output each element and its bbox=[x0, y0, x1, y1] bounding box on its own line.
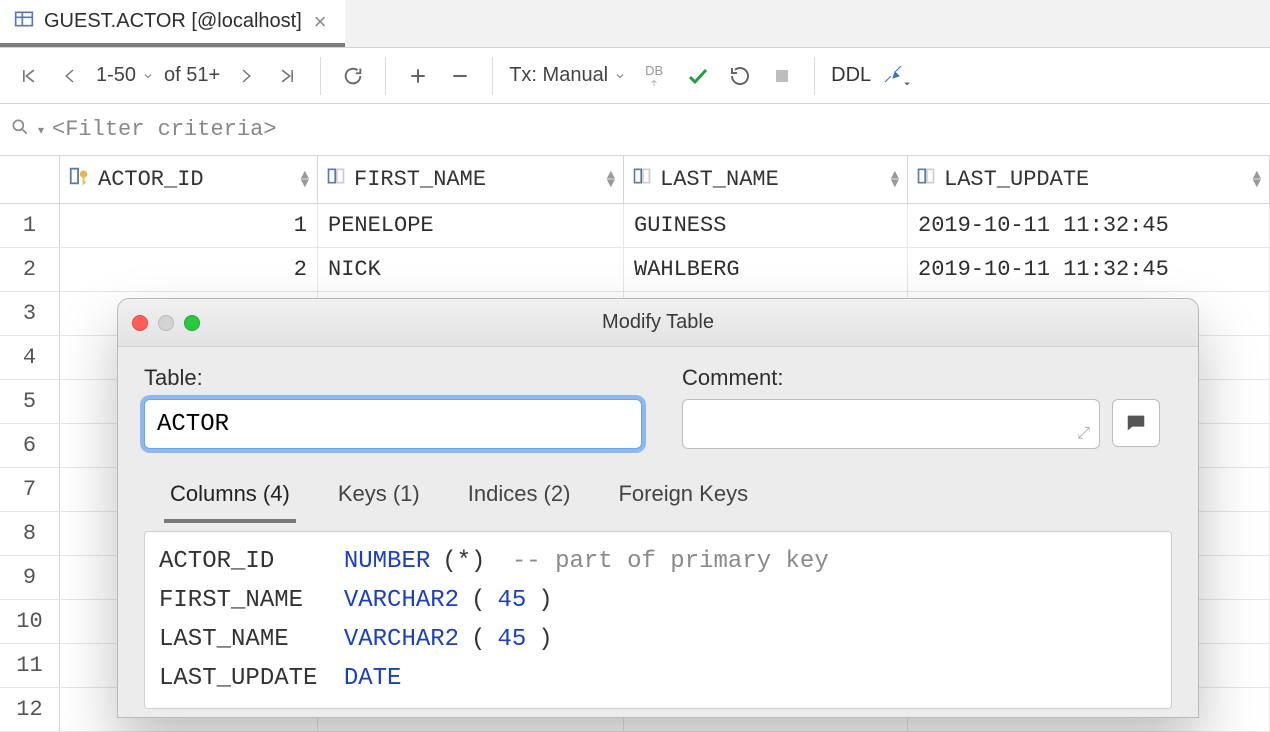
page-range-label: 1-50 bbox=[96, 64, 136, 87]
expand-icon: ⤢ bbox=[1077, 425, 1090, 443]
row-number: 9 bbox=[0, 556, 60, 599]
editor-tabbar: GUEST.ACTOR [@localhost] × bbox=[0, 0, 1270, 48]
commit-button[interactable] bbox=[678, 56, 718, 96]
column-header-first-name[interactable]: FIRST_NAME ▲▼ bbox=[318, 156, 624, 203]
cell-first-name[interactable]: PENELOPE bbox=[318, 204, 624, 247]
column-name: FIRST_NAME bbox=[354, 167, 486, 192]
row-number: 7 bbox=[0, 468, 60, 511]
remove-row-button[interactable] bbox=[440, 56, 480, 96]
column-header-last-update[interactable]: LAST_UPDATE ▲▼ bbox=[908, 156, 1270, 203]
cell-last-name[interactable]: WAHLBERG bbox=[624, 248, 908, 291]
chevron-down-icon bbox=[142, 70, 154, 82]
separator bbox=[814, 57, 815, 95]
column-header-last-name[interactable]: LAST_NAME ▲▼ bbox=[624, 156, 908, 203]
prev-page-button[interactable] bbox=[50, 56, 90, 96]
separator bbox=[492, 57, 493, 95]
separator bbox=[385, 57, 386, 95]
row-number: 6 bbox=[0, 424, 60, 467]
column-definition[interactable]: LAST_NAME VARCHAR2(45) bbox=[159, 620, 1157, 659]
row-number: 12 bbox=[0, 688, 60, 731]
data-toolbar: 1-50 of 51+ Tx: Manual DB DDL bbox=[0, 48, 1270, 104]
separator bbox=[320, 57, 321, 95]
table-row[interactable]: 22NICKWAHLBERG2019-10-11 11:32:45 bbox=[0, 248, 1270, 292]
sort-icon: ▲▼ bbox=[607, 172, 615, 188]
tab-keys[interactable]: Keys (1) bbox=[332, 475, 426, 523]
column-definition[interactable]: FIRST_NAME VARCHAR2(45) bbox=[159, 581, 1157, 620]
key-column-icon bbox=[68, 165, 90, 194]
table-icon bbox=[14, 9, 34, 35]
editor-tab[interactable]: GUEST.ACTOR [@localhost] × bbox=[0, 0, 345, 47]
next-page-button[interactable] bbox=[226, 56, 266, 96]
last-page-button[interactable] bbox=[268, 56, 308, 96]
row-number: 3 bbox=[0, 292, 60, 335]
table-name-input[interactable] bbox=[144, 399, 642, 449]
cell-actor-id[interactable]: 2 bbox=[60, 248, 318, 291]
chevron-down-icon bbox=[614, 70, 626, 82]
comment-label: Comment: bbox=[682, 365, 1160, 391]
dialog-titlebar[interactable]: Modify Table bbox=[118, 299, 1198, 347]
columns-panel[interactable]: ACTOR_ID NUMBER(*) -- part of primary ke… bbox=[144, 531, 1172, 709]
row-number: 11 bbox=[0, 644, 60, 687]
table-row[interactable]: 11PENELOPEGUINESS2019-10-11 11:32:45 bbox=[0, 204, 1270, 248]
filter-input[interactable]: <Filter criteria> bbox=[52, 117, 276, 142]
tx-mode-dropdown[interactable]: Tx: Manual bbox=[505, 64, 630, 87]
close-icon[interactable]: × bbox=[312, 11, 329, 33]
settings-view-button[interactable] bbox=[877, 56, 917, 96]
stop-button[interactable] bbox=[762, 56, 802, 96]
column-name: LAST_NAME bbox=[660, 167, 779, 192]
reload-button[interactable] bbox=[333, 56, 373, 96]
gutter-header bbox=[0, 156, 60, 203]
add-row-button[interactable] bbox=[398, 56, 438, 96]
grid-header: ACTOR_ID ▲▼ FIRST_NAME ▲▼ LAST_NAME ▲▼ L… bbox=[0, 156, 1270, 204]
cell-last-update[interactable]: 2019-10-11 11:32:45 bbox=[908, 248, 1270, 291]
cell-last-name[interactable]: GUINESS bbox=[624, 204, 908, 247]
modify-table-dialog: Modify Table Table: Comment: ⤢ bbox=[117, 298, 1199, 718]
tab-columns[interactable]: Columns (4) bbox=[164, 475, 296, 523]
table-name-label: Table: bbox=[144, 365, 642, 391]
filter-bar: ▾ <Filter criteria> bbox=[0, 104, 1270, 156]
tab-indices[interactable]: Indices (2) bbox=[462, 475, 577, 523]
column-icon bbox=[326, 166, 346, 193]
rollback-button[interactable] bbox=[720, 56, 760, 96]
search-icon[interactable] bbox=[10, 117, 30, 143]
show-comment-button[interactable] bbox=[1112, 399, 1160, 447]
column-definition[interactable]: ACTOR_ID NUMBER(*) -- part of primary ke… bbox=[159, 542, 1157, 581]
cell-actor-id[interactable]: 1 bbox=[60, 204, 318, 247]
chevron-down-icon[interactable]: ▾ bbox=[38, 123, 44, 137]
row-number: 10 bbox=[0, 600, 60, 643]
dialog-title: Modify Table bbox=[118, 311, 1198, 334]
row-number: 8 bbox=[0, 512, 60, 555]
ddl-button[interactable]: DDL bbox=[827, 64, 875, 87]
column-icon bbox=[916, 166, 936, 193]
db-label: DB bbox=[645, 63, 663, 78]
row-number: 4 bbox=[0, 336, 60, 379]
tab-title: GUEST.ACTOR [@localhost] bbox=[44, 10, 302, 33]
column-header-actor-id[interactable]: ACTOR_ID ▲▼ bbox=[60, 156, 318, 203]
sort-icon: ▲▼ bbox=[301, 172, 309, 188]
row-number: 2 bbox=[0, 248, 60, 291]
tab-foreign-keys[interactable]: Foreign Keys bbox=[612, 475, 754, 523]
submit-db-button[interactable]: DB bbox=[632, 56, 676, 96]
dialog-tabs: Columns (4) Keys (1) Indices (2) Foreign… bbox=[144, 463, 1172, 523]
row-number: 1 bbox=[0, 204, 60, 247]
page-range-dropdown[interactable]: 1-50 bbox=[92, 64, 158, 87]
comment-input[interactable] bbox=[682, 399, 1100, 449]
cell-last-update[interactable]: 2019-10-11 11:32:45 bbox=[908, 204, 1270, 247]
row-number: 5 bbox=[0, 380, 60, 423]
column-definition[interactable]: LAST_UPDATE DATE bbox=[159, 659, 1157, 698]
sort-icon: ▲▼ bbox=[891, 172, 899, 188]
first-page-button[interactable] bbox=[8, 56, 48, 96]
sort-icon: ▲▼ bbox=[1253, 172, 1261, 188]
page-total-label: of 51+ bbox=[160, 64, 224, 87]
column-icon bbox=[632, 166, 652, 193]
column-name: LAST_UPDATE bbox=[944, 167, 1089, 192]
tx-mode-label: Tx: Manual bbox=[509, 64, 608, 87]
cell-first-name[interactable]: NICK bbox=[318, 248, 624, 291]
column-name: ACTOR_ID bbox=[98, 167, 204, 192]
